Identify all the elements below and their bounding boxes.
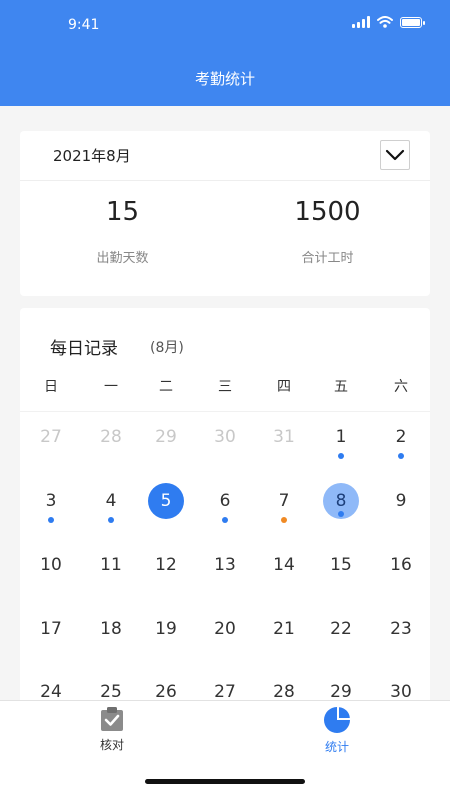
stat-label: 出勤天数 [96,251,149,266]
page-title: 考勤统计 [194,70,255,88]
calendar-day[interactable]: 22 [323,611,359,647]
attendance-dot [281,517,287,523]
stat-label: 合计工时 [301,251,354,266]
daily-records-card: 每日记录 (8月) 日一二三四五六 27 28 29 30 31 1 2 3 4 5 6 7 8 9 10 1… [20,308,430,708]
calendar-day[interactable]: 29 [148,419,184,455]
tab-bar: 核对 统计 [0,700,450,800]
day-number: 19 [155,619,177,639]
calendar-day[interactable]: 5 [148,483,184,519]
clipboard-check-icon [101,707,123,731]
attendance-dot [398,453,404,459]
weekday-label: 三 [218,379,232,395]
day-number: 14 [273,555,295,575]
weekday-label: 一 [104,379,118,395]
month-selector-row: 2021年8月 [20,131,430,181]
calendar-day[interactable]: 31 [266,419,302,455]
calendar-day[interactable]: 23 [383,611,419,647]
day-number: 4 [105,491,117,511]
calendar-day[interactable]: 6 [207,483,243,523]
calendar-day[interactable]: 28 [93,419,129,455]
calendar-day[interactable]: 9 [383,483,419,519]
signal-icon [352,16,370,28]
calendar-day[interactable]: 17 [33,611,69,647]
calendar-day[interactable]: 19 [148,611,184,647]
tab-statistics[interactable]: 统计 [277,706,397,755]
calendar-day[interactable]: 2 [383,419,419,459]
attendance-dot [48,517,54,523]
attendance-dot [338,453,344,459]
day-number: 31 [273,427,295,447]
calendar-day[interactable]: 21 [266,611,302,647]
day-number: 21 [273,619,295,639]
day-number: 7 [278,491,290,511]
attendance-dot [338,511,344,517]
stat-value: 15 [105,197,140,227]
weekday-label: 四 [277,379,291,395]
chevron-down-icon [385,149,405,161]
weekday-label: 日 [44,379,58,395]
calendar-day[interactable]: 4 [93,483,129,523]
calendar-day[interactable]: 7 [266,483,302,523]
day-number: 9 [395,491,407,511]
weekday-label: 六 [394,379,408,395]
home-indicator [145,779,305,784]
calendar-day[interactable]: 16 [383,547,419,583]
weekday-label: 五 [334,379,348,395]
pie-chart-icon [324,707,350,733]
stat-total-hours: 1500 合计工时 [225,197,430,266]
attendance-dot [222,517,228,523]
status-time: 9:41 [68,17,100,33]
day-number: 6 [219,491,231,511]
stat-value: 1500 [294,197,361,227]
month-dropdown-button[interactable] [380,140,410,170]
day-number: 30 [214,427,236,447]
tab-label: 统计 [324,740,349,754]
day-number: 5 [148,483,184,519]
app-header: 9:41 考勤统计 [0,0,450,106]
tab-label: 核对 [99,738,124,752]
day-number: 18 [100,619,122,639]
calendar-day[interactable]: 14 [266,547,302,583]
calendar-day[interactable]: 1 [323,419,359,459]
stat-attendance-days: 15 出勤天数 [20,197,225,266]
calendar-title: 每日记录 [50,339,118,359]
day-number: 20 [214,619,236,639]
calendar-day[interactable]: 12 [148,547,184,583]
attendance-dot [108,517,114,523]
weekday-header: 日一二三四五六 [20,372,430,412]
calendar-day[interactable]: 10 [33,547,69,583]
day-number: 13 [214,555,236,575]
calendar-day[interactable]: 3 [33,483,69,523]
tab-check[interactable]: 核对 [52,706,172,753]
summary-card: 2021年8月 15 出勤天数 1500 合计工时 [20,131,430,296]
wifi-icon [377,16,393,28]
day-number: 10 [40,555,62,575]
day-number: 28 [100,427,122,447]
weekday-label: 二 [159,379,173,395]
status-icons [352,16,425,28]
month-label: 2021年8月 [53,147,131,165]
day-number: 2 [395,427,407,447]
day-number: 15 [330,555,352,575]
day-number: 27 [40,427,62,447]
day-number: 22 [330,619,352,639]
calendar-day[interactable]: 27 [33,419,69,455]
calendar-day[interactable]: 20 [207,611,243,647]
calendar-month: (8月) [150,340,184,356]
battery-icon [400,16,425,28]
calendar-day[interactable]: 11 [93,547,129,583]
calendar-day[interactable]: 30 [207,419,243,455]
day-number: 12 [155,555,177,575]
calendar-day[interactable]: 18 [93,611,129,647]
day-number: 17 [40,619,62,639]
day-number: 23 [390,619,412,639]
calendar-day[interactable]: 15 [323,547,359,583]
day-number: 16 [390,555,412,575]
day-number: 11 [100,555,122,575]
calendar-day[interactable]: 8 [323,483,359,519]
day-number: 3 [45,491,57,511]
day-number: 29 [155,427,177,447]
day-number: 1 [335,427,347,447]
calendar-day[interactable]: 13 [207,547,243,583]
